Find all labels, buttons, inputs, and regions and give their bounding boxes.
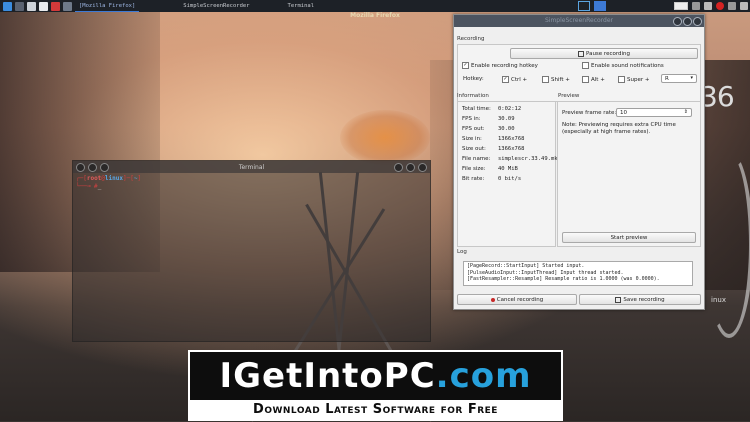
volume-icon[interactable] [692, 2, 700, 10]
maximize-icon[interactable] [406, 163, 415, 172]
desktop-ring-widget [705, 150, 750, 338]
spin-arrows-icon[interactable]: ⇕ [684, 109, 688, 115]
log-output[interactable]: [PageRecord::StartInput] Started input. … [463, 261, 693, 286]
settings-tray-icon[interactable] [728, 2, 736, 10]
taskbar-task-terminal[interactable]: Terminal [284, 1, 319, 11]
checkmark-icon: ✓ [502, 76, 509, 83]
shift-checkbox[interactable]: Shift + [542, 76, 570, 83]
hotkey-label: Hotkey: [463, 76, 484, 82]
shade-icon[interactable] [100, 163, 109, 172]
close-icon[interactable] [418, 163, 427, 172]
pause-recording-button[interactable]: Pause recording [510, 48, 698, 59]
taskbar-task-firefox[interactable]: [Mozilla Firefox] [75, 1, 140, 12]
power-icon[interactable] [740, 2, 748, 10]
preview-group-label: Preview [558, 93, 580, 99]
log-line: [FastResampler::Resample] Resample ratio… [467, 276, 660, 282]
recording-group-label: Recording [457, 36, 485, 42]
taskbar: [Mozilla Firefox] SimpleScreenRecorder T… [0, 0, 750, 12]
info-value: 0:02:12 [498, 106, 522, 112]
file-manager-icon[interactable] [27, 1, 36, 11]
menu-icon[interactable] [76, 163, 85, 172]
info-value: 30.00 [498, 126, 515, 132]
desktop-clock: 36 [700, 80, 735, 113]
alt-checkbox[interactable]: Alt + [582, 76, 605, 83]
info-label: Bit rate: [462, 176, 485, 182]
preview-note: Note: Previewing requires extra CPU time… [562, 122, 676, 135]
workspace-switcher-icon[interactable] [578, 1, 590, 11]
preview-rate-spinbox[interactable]: 10 ⇕ [616, 108, 692, 117]
info-value: 40 MiB [498, 166, 518, 172]
app-menu-icon[interactable] [3, 1, 12, 11]
firefox-window-title: Mozilla Firefox [350, 12, 400, 19]
super-checkbox[interactable]: Super + [618, 76, 649, 83]
info-value: 1366x768 [498, 146, 525, 152]
info-value: 1366x768 [498, 136, 525, 142]
enable-hotkey-checkbox[interactable]: ✓ Enable recording hotkey [462, 62, 538, 69]
enable-sound-checkbox[interactable]: Enable sound notifications [582, 62, 664, 69]
browser-launcher-icon[interactable] [51, 1, 60, 11]
preview-group: Preview frame rate: 10 ⇕ Note: Previewin… [557, 101, 701, 247]
cancel-icon [490, 297, 495, 302]
taskbar-task-recorder[interactable]: SimpleScreenRecorder [179, 1, 253, 11]
chevron-down-icon: ▾ [690, 75, 693, 81]
information-group-label: Information [457, 93, 489, 99]
banner-tagline-bar: Download Latest Software for Free [190, 400, 561, 419]
desktop-icon[interactable] [15, 1, 24, 11]
info-label: FPS in: [462, 116, 481, 122]
prompt-line-2: └──╼ #_ [76, 183, 102, 190]
start-preview-button[interactable]: Start preview [562, 232, 696, 243]
terminal-output[interactable]: ┌─[root@linux]─[~] └──╼ #_ [73, 173, 430, 193]
prompt-line: ┌─[root@linux]─[~] [76, 175, 142, 182]
info-label: Size in: [462, 136, 482, 142]
info-label: Size out: [462, 146, 486, 152]
cancel-recording-button[interactable]: Cancel recording [457, 294, 577, 305]
battery-icon[interactable] [674, 2, 688, 10]
ctrl-checkbox[interactable]: ✓ Ctrl + [502, 76, 527, 83]
terminal-title: Terminal [238, 163, 265, 171]
network-icon[interactable] [704, 2, 712, 10]
log-group-label: Log [457, 249, 467, 255]
terminal-cursor: _ [97, 183, 102, 190]
info-label: File size: [462, 166, 486, 172]
editor-launcher-icon[interactable] [63, 1, 72, 11]
info-label: File name: [462, 156, 491, 162]
terminal-window[interactable]: Terminal ┌─[root@linux]─[~] └──╼ #_ [72, 160, 431, 342]
info-label: Total time: [462, 106, 491, 112]
recorder-window[interactable]: SimpleScreenRecorder Recording Pause rec… [453, 14, 705, 310]
save-icon [615, 296, 622, 303]
info-value: simplescr.33.49.mkv [498, 156, 561, 162]
preview-rate-label: Preview frame rate: [562, 110, 617, 116]
pause-icon [578, 50, 584, 57]
terminal-launcher-icon[interactable] [39, 1, 48, 11]
pin-icon[interactable] [88, 163, 97, 172]
desktop-os-label: inux [711, 296, 726, 304]
hotkey-key-select[interactable]: R ▾ [661, 74, 697, 83]
save-recording-button[interactable]: Save recording [579, 294, 701, 305]
info-value: 0 bit/s [498, 176, 522, 182]
checkmark-icon: ✓ [462, 62, 469, 69]
info-label: FPS out: [462, 126, 485, 132]
wallpaper-orange-tree [340, 110, 430, 165]
record-tray-icon[interactable] [716, 2, 724, 10]
info-value: 30.09 [498, 116, 515, 122]
workspace-active-icon[interactable] [594, 1, 606, 11]
watermark-banner: IGetIntoPC.com Download Latest Software … [188, 350, 563, 421]
system-tray [578, 1, 748, 11]
information-group: Total time: 0:02:12 FPS in: 30.09 FPS out: 30… [457, 101, 561, 247]
banner-brand: IGetIntoPC.com [219, 356, 532, 396]
banner-tagline: Download Latest Software for Free [253, 402, 498, 417]
minimize-icon[interactable] [394, 163, 403, 172]
terminal-titlebar[interactable]: Terminal [73, 161, 430, 173]
